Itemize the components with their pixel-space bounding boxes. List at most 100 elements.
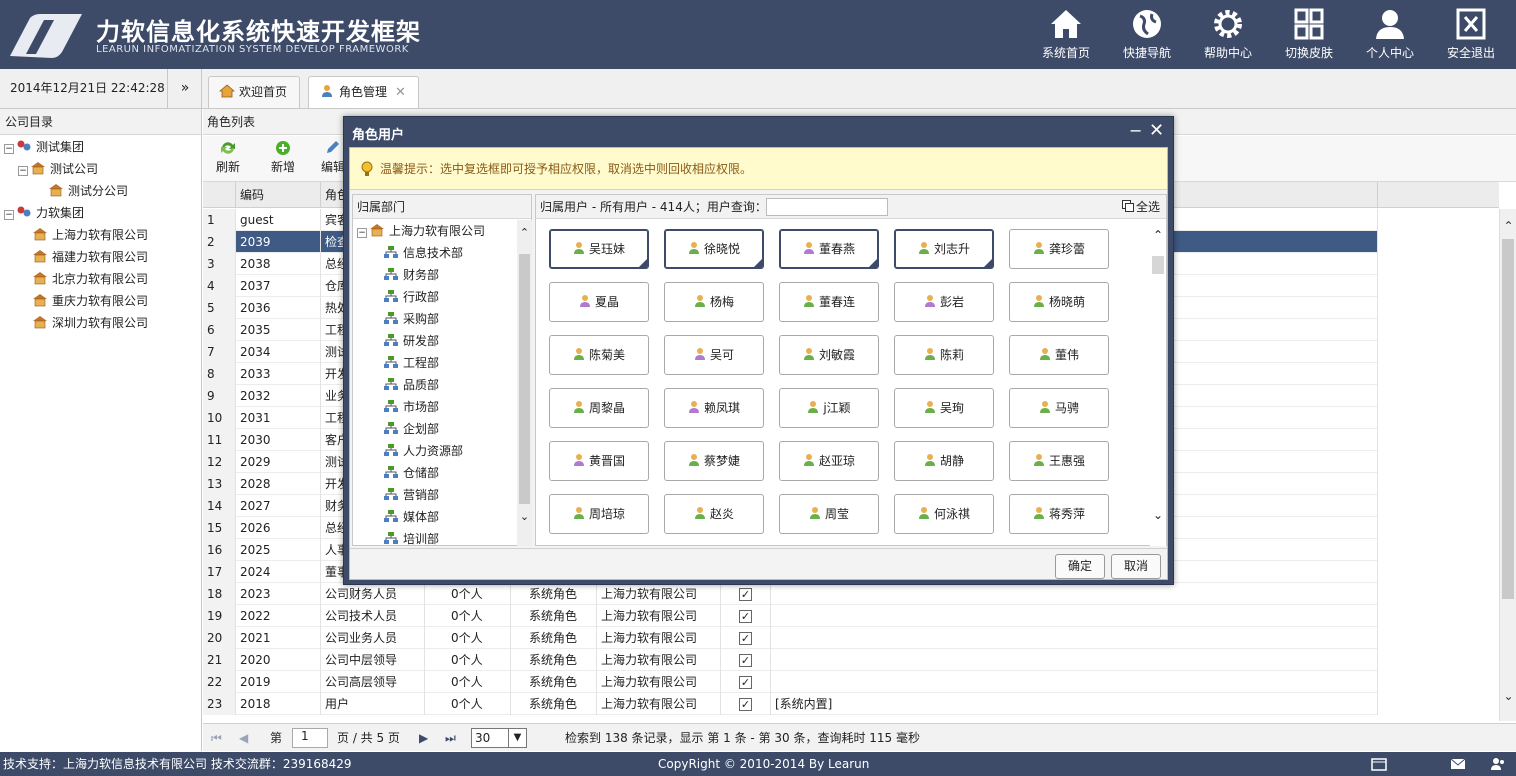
user-card[interactable]: 董伟 [1009,335,1109,375]
scroll-up-icon[interactable]: ⌃ [517,226,532,239]
dept-node[interactable]: 人力资源部 [383,440,463,462]
cancel-button[interactable]: 取消 [1111,554,1161,579]
tab-welcome[interactable]: 欢迎首页 [208,76,301,108]
tree-node-company[interactable]: − 测试公司 [18,158,98,180]
user-card[interactable]: 刘敏霞 [779,335,879,375]
user-card[interactable]: 蔡梦婕 [664,441,764,481]
tree-node-company[interactable]: 福建力软有限公司 [32,246,148,268]
prev-page-icon[interactable]: ◀ [239,724,248,752]
column-code[interactable]: 编码 [236,182,321,208]
page-number-input[interactable]: 1 [292,728,328,748]
tree-node-company[interactable]: 深圳力软有限公司 [32,312,148,334]
user-card[interactable]: 王惠强 [1009,441,1109,481]
user-card[interactable]: j江颖 [779,388,879,428]
dept-node[interactable]: 企划部 [383,418,439,440]
tree-node-group[interactable]: − 测试集团 [4,136,84,158]
table-row[interactable]: 20 2021 公司业务人员 0个人 系统角色 上海力软有限公司 ✓ [203,627,1378,649]
dept-node[interactable]: 仓储部 [383,462,439,484]
tree-node-branch[interactable]: 测试分公司 [48,180,128,202]
user-card[interactable]: 马骋 [1009,388,1109,428]
dept-node[interactable]: 研发部 [383,330,439,352]
next-page-icon[interactable]: ▶ [419,724,428,752]
user-card[interactable]: 赵炎 [664,494,764,534]
dept-node[interactable]: 财务部 [383,264,439,286]
collapse-toggle-icon[interactable]: − [357,228,367,238]
close-icon[interactable]: ✕ [1149,120,1164,141]
dept-node[interactable]: 媒体部 [383,506,439,528]
dept-node[interactable]: 工程部 [383,352,439,374]
user-card[interactable]: 刘志升 [894,229,994,269]
nav-quick-button[interactable]: 快捷导航 [1108,6,1186,64]
table-row[interactable]: 21 2020 公司中层领导 0个人 系统角色 上海力软有限公司 ✓ [203,649,1378,671]
users-icon[interactable] [1490,757,1506,771]
user-search-input[interactable] [766,198,888,216]
mail-icon[interactable] [1450,757,1466,771]
dept-node[interactable]: 市场部 [383,396,439,418]
user-card[interactable]: 吴可 [664,335,764,375]
user-card[interactable]: 蒋秀萍 [1009,494,1109,534]
scroll-down-icon[interactable]: ⌄ [1500,689,1516,703]
user-card[interactable]: 陈莉 [894,335,994,375]
add-button[interactable]: 新增 [261,140,305,175]
enabled-checkbox[interactable]: ✓ [739,654,752,667]
table-row[interactable]: 23 2018 用户 0个人 系统角色 上海力软有限公司 ✓ [系统内置] [203,693,1378,715]
department-scrollbar[interactable]: ⌃ ⌄ [517,220,532,546]
tree-node-company[interactable]: 北京力软有限公司 [32,268,148,290]
dept-node[interactable]: 营销部 [383,484,439,506]
collapse-toggle-icon[interactable]: − [4,210,14,220]
user-card[interactable]: 杨晓萌 [1009,282,1109,322]
refresh-button[interactable]: 刷新 [206,140,250,175]
scroll-up-icon[interactable]: ⌃ [1500,219,1516,233]
scroll-thumb[interactable] [1502,239,1514,599]
dept-node[interactable]: 信息技术部 [383,242,463,264]
user-card[interactable]: 黄晋国 [549,441,649,481]
tab-role-management[interactable]: 角色管理 ✕ [308,76,419,108]
nav-logout-button[interactable]: 安全退出 [1432,6,1510,64]
close-tab-icon[interactable]: ✕ [395,85,406,100]
table-row[interactable]: 18 2023 公司财务人员 0个人 系统角色 上海力软有限公司 ✓ [203,583,1378,605]
confirm-button[interactable]: 确定 [1055,554,1105,579]
user-card[interactable]: 董春燕 [779,229,879,269]
select-all-button[interactable]: 全选 [1121,195,1160,219]
grid-scrollbar[interactable]: ⌃ ⌄ [1499,209,1516,721]
scroll-thumb[interactable] [1152,256,1164,274]
user-card[interactable]: 陈菊美 [549,335,649,375]
collapse-toggle-icon[interactable]: − [4,144,14,154]
user-card[interactable]: 徐晓悦 [664,229,764,269]
page-size-select[interactable]: 30 ▼ [471,728,527,748]
enabled-checkbox[interactable]: ✓ [739,588,752,601]
dept-node[interactable]: 采购部 [383,308,439,330]
table-row[interactable]: 22 2019 公司高层领导 0个人 系统角色 上海力软有限公司 ✓ [203,671,1378,693]
calendar-icon[interactable] [1371,757,1387,771]
collapse-toggle-icon[interactable]: − [18,166,28,176]
dept-node[interactable]: 培训部 [383,528,439,546]
chevron-down-icon[interactable]: ▼ [508,729,526,747]
user-card[interactable]: 周培琼 [549,494,649,534]
nav-help-button[interactable]: 帮助中心 [1189,6,1267,64]
user-card[interactable]: 胡静 [894,441,994,481]
enabled-checkbox[interactable]: ✓ [739,610,752,623]
minimize-icon[interactable]: − [1129,121,1142,140]
dept-node[interactable]: 行政部 [383,286,439,308]
user-card[interactable]: 龚珍蕾 [1009,229,1109,269]
user-card[interactable]: 何泳祺 [894,494,994,534]
table-row[interactable]: 19 2022 公司技术人员 0个人 系统角色 上海力软有限公司 ✓ [203,605,1378,627]
user-scrollbar[interactable]: ⌃ ⌄ [1150,220,1166,546]
user-card[interactable]: 赵亚琼 [779,441,879,481]
scroll-up-icon[interactable]: ⌃ [1150,228,1166,242]
enabled-checkbox[interactable]: ✓ [739,676,752,689]
user-card[interactable]: 彭岩 [894,282,994,322]
user-card[interactable]: 赖凤琪 [664,388,764,428]
tree-node-company[interactable]: 重庆力软有限公司 [32,290,148,312]
nav-home-button[interactable]: 系统首页 [1027,6,1105,64]
user-card[interactable]: 杨梅 [664,282,764,322]
user-card[interactable]: 周莹 [779,494,879,534]
last-page-icon[interactable]: ⏭ [445,724,456,752]
nav-profile-button[interactable]: 个人中心 [1351,6,1429,64]
tree-node-company[interactable]: 上海力软有限公司 [32,224,148,246]
scroll-thumb[interactable] [519,254,530,504]
user-card[interactable]: 吴珣 [894,388,994,428]
collapse-sidebar-button[interactable]: » [169,69,202,108]
first-page-icon[interactable]: ⏮ [211,724,222,752]
dept-node[interactable]: 品质部 [383,374,439,396]
